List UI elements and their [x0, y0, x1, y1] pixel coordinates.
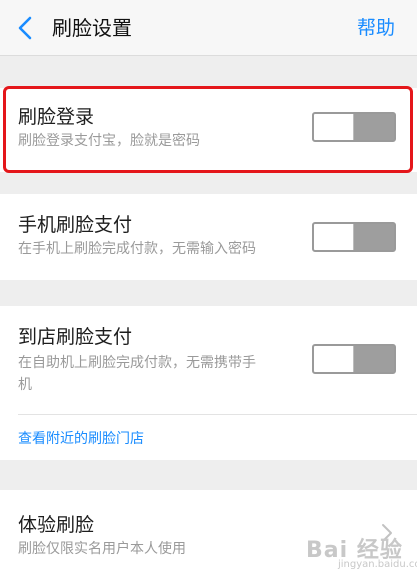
setting-subtitle-line1: 在自助机上刷脸完成付款，无需携带手 [18, 355, 256, 371]
toggle-knob [314, 224, 354, 250]
page-title: 刷脸设置 [52, 16, 132, 40]
setting-subtitle: 在手机上刷脸完成付款，无需输入密码 [18, 241, 256, 257]
chevron-left-icon [18, 16, 32, 40]
toggle-knob [314, 346, 354, 372]
divider [18, 414, 417, 415]
nav-bar: 刷脸设置 帮助 [0, 0, 417, 56]
back-button[interactable] [14, 14, 38, 42]
phone-face-pay-toggle[interactable] [312, 222, 396, 252]
nearby-stores-link[interactable]: 查看附近的刷脸门店 [18, 428, 144, 448]
setting-title: 手机刷脸支付 [18, 214, 133, 236]
help-button[interactable]: 帮助 [357, 14, 395, 42]
highlight-frame [3, 86, 413, 173]
setting-title: 体验刷脸 [18, 514, 95, 536]
setting-subtitle: 刷脸仅限实名用户本人使用 [18, 541, 186, 557]
watermark-url: jingyan.baidu.com [338, 559, 417, 570]
setting-phone-face-pay: 手机刷脸支付 在手机上刷脸完成付款，无需输入密码 [0, 194, 417, 280]
setting-title: 到店刷脸支付 [18, 326, 133, 348]
setting-store-face-pay: 到店刷脸支付 在自助机上刷脸完成付款，无需携带手 机 查看附近的刷脸门店 [0, 306, 417, 460]
setting-subtitle-line2: 机 [18, 377, 32, 393]
store-face-pay-toggle[interactable] [312, 344, 396, 374]
